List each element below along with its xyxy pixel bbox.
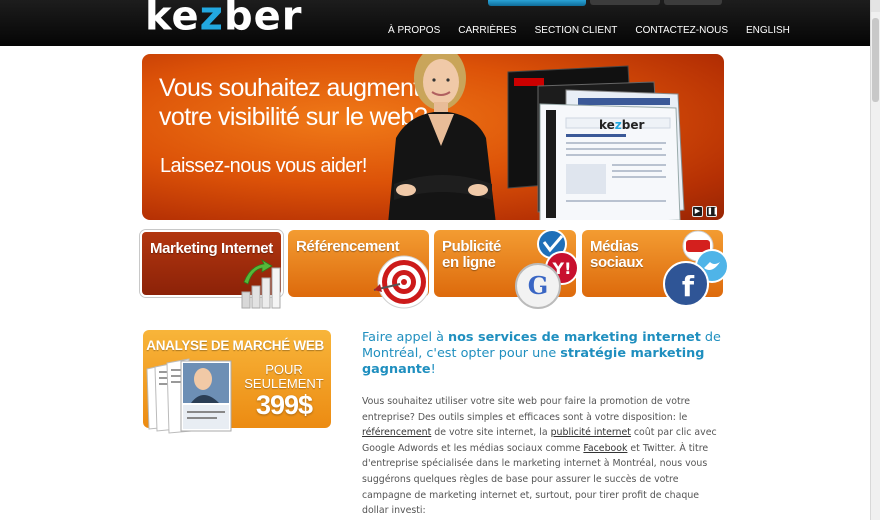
- tab-publicite-en-ligne[interactable]: Publicité en ligne Y! G: [434, 229, 579, 309]
- svg-text:f: f: [682, 270, 695, 303]
- article-body: Vous souhaitez utiliser votre site web p…: [362, 396, 717, 517]
- businesswoman-photo: [388, 54, 496, 220]
- page-scrollbar[interactable]: [870, 0, 880, 520]
- tab-label: Publicité en ligne: [442, 238, 501, 271]
- nav-contactez-nous[interactable]: CONTACTEZ-NOUS: [635, 25, 728, 39]
- nav-section-client[interactable]: SECTION CLIENT: [535, 25, 618, 39]
- report-documents-image: [146, 358, 232, 434]
- bar-chart-arrow-icon: [241, 258, 281, 309]
- search-engines-icon: Y! G: [515, 229, 579, 309]
- nav-carrieres[interactable]: CARRIÈRES: [458, 25, 516, 39]
- hero-subline: Laissez-nous vous aider!: [160, 155, 367, 177]
- top-tab-grey[interactable]: [664, 0, 722, 5]
- scroll-up-arrow[interactable]: [871, 0, 880, 12]
- target-icon: [373, 255, 428, 309]
- main-nav: À PROPOS CARRIÈRES SECTION CLIENT CONTAC…: [388, 25, 790, 39]
- top-tab-blue[interactable]: [488, 0, 586, 6]
- pause-icon[interactable]: ❚❚: [706, 206, 719, 217]
- tab-medias-sociaux[interactable]: Médias sociaux f: [582, 230, 729, 307]
- kezber-logo[interactable]: kezberTM: [145, 0, 320, 36]
- tab-label: Médias sociaux: [590, 238, 644, 271]
- link-referencement[interactable]: référencement: [362, 427, 431, 438]
- social-media-icon: f: [663, 230, 729, 307]
- market-analysis-promo[interactable]: ANALYSE DE MARCHÉ WEB POUR SEULEMENT 399…: [143, 330, 331, 434]
- promo-pour: POUR: [265, 362, 303, 377]
- svg-text:G: G: [528, 271, 549, 300]
- scroll-thumb[interactable]: [872, 18, 879, 102]
- tab-label: Référencement: [296, 238, 400, 255]
- nav-english[interactable]: ENGLISH: [746, 25, 790, 39]
- nav-a-propos[interactable]: À PROPOS: [388, 25, 440, 39]
- site-header: kezberTM À PROPOS CARRIÈRES SECTION CLIE…: [0, 0, 880, 46]
- tab-referencement[interactable]: Référencement: [288, 230, 429, 309]
- promo-seulement: SEULEMENT: [244, 376, 324, 391]
- tab-label: Marketing Internet: [150, 240, 273, 257]
- play-icon[interactable]: ▶: [692, 206, 703, 217]
- link-publicite-internet[interactable]: publicité internet: [551, 427, 631, 438]
- tab-marketing-internet[interactable]: Marketing Internet: [140, 230, 283, 309]
- promo-title: ANALYSE DE MARCHÉ WEB: [146, 338, 324, 353]
- article-headline: Faire appel à nos services de marketing …: [362, 330, 721, 377]
- website-screens-illustration: [507, 65, 685, 220]
- link-facebook[interactable]: Facebook: [583, 443, 627, 454]
- slide-kezber-logo: kezber: [599, 118, 645, 132]
- promo-price: 399$: [255, 390, 313, 420]
- top-tab-grey[interactable]: [590, 0, 660, 5]
- hero-banner[interactable]: Vous souhaitez augmenter votre visibilit…: [142, 54, 724, 220]
